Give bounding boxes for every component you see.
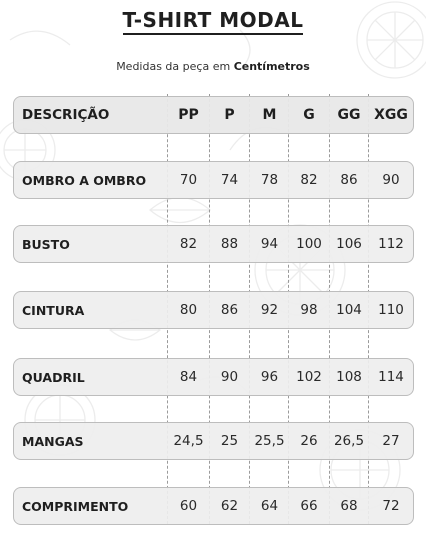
cell-gg: 68 <box>340 498 358 514</box>
cell-xgg: 114 <box>378 369 404 385</box>
table-row-cintura: CINTURA 80 86 92 98 104 110 <box>13 291 414 329</box>
row-label: MANGAS <box>22 433 84 449</box>
cell-g: 66 <box>300 498 318 514</box>
cell-p: 62 <box>220 498 239 514</box>
cell-m: 25,5 <box>254 433 285 449</box>
cell-xgg: 110 <box>378 302 404 318</box>
cell-m: 92 <box>260 302 279 318</box>
cell-gg: 26,5 <box>333 433 365 449</box>
row-label: OMBRO A OMBRO <box>22 172 147 188</box>
cell-pp: 70 <box>179 172 198 188</box>
cell-g: 100 <box>296 236 322 252</box>
table-row-busto: BUSTO 82 88 94 100 106 112 <box>13 225 414 263</box>
header-description: DESCRIÇÃO <box>22 107 110 123</box>
cell-gg: 86 <box>340 172 358 188</box>
table-row-comprimento: COMPRIMENTO 60 62 64 66 68 72 <box>13 487 414 525</box>
header-size-g: G <box>303 107 315 123</box>
header-size-gg: GG <box>337 107 361 123</box>
page-title: T-SHIRT MODAL <box>0 8 426 35</box>
cell-gg: 108 <box>336 369 362 385</box>
cell-pp: 82 <box>179 236 198 252</box>
size-table-header-row: DESCRIÇÃO PP P M G GG XGG <box>13 96 414 134</box>
page-subtitle: Medidas da peça em Centímetros <box>0 60 426 73</box>
cell-xgg: 112 <box>378 236 404 252</box>
cell-g: 102 <box>296 369 322 385</box>
cell-xgg: 27 <box>382 433 400 449</box>
header-size-p: P <box>224 107 235 123</box>
cell-gg: 104 <box>336 302 362 318</box>
cell-g: 98 <box>300 302 318 318</box>
cell-m: 78 <box>260 172 279 188</box>
cell-xgg: 72 <box>382 498 400 514</box>
subtitle-text: Medidas da peça em <box>116 60 231 73</box>
cell-xgg: 90 <box>382 172 400 188</box>
cell-gg: 106 <box>336 236 362 252</box>
table-row-mangas: MANGAS 24,5 25 25,5 26 26,5 27 <box>13 422 414 460</box>
header-size-pp: PP <box>178 107 199 123</box>
cell-p: 25 <box>220 433 239 449</box>
row-label: CINTURA <box>22 302 85 318</box>
cell-m: 64 <box>260 498 279 514</box>
cell-g: 82 <box>300 172 318 188</box>
cell-m: 96 <box>260 369 279 385</box>
header-size-xgg: XGG <box>374 107 408 123</box>
row-label: COMPRIMENTO <box>22 498 129 514</box>
header-size-m: M <box>262 107 277 123</box>
measurement-unit: Centímetros <box>233 60 310 73</box>
cell-pp: 24,5 <box>173 433 204 449</box>
cell-m: 94 <box>260 236 279 252</box>
table-row-ombro-a-ombro: OMBRO A OMBRO 70 74 78 82 86 90 <box>13 161 414 199</box>
cell-pp: 84 <box>179 369 198 385</box>
table-row-quadril: QUADRIL 84 90 96 102 108 114 <box>13 358 414 396</box>
cell-p: 88 <box>220 236 239 252</box>
cell-pp: 60 <box>179 498 198 514</box>
cell-p: 90 <box>220 369 239 385</box>
row-label: BUSTO <box>22 236 70 252</box>
cell-pp: 80 <box>179 302 198 318</box>
row-label: QUADRIL <box>22 369 85 385</box>
cell-g: 26 <box>300 433 318 449</box>
cell-p: 74 <box>220 172 239 188</box>
cell-p: 86 <box>220 302 239 318</box>
